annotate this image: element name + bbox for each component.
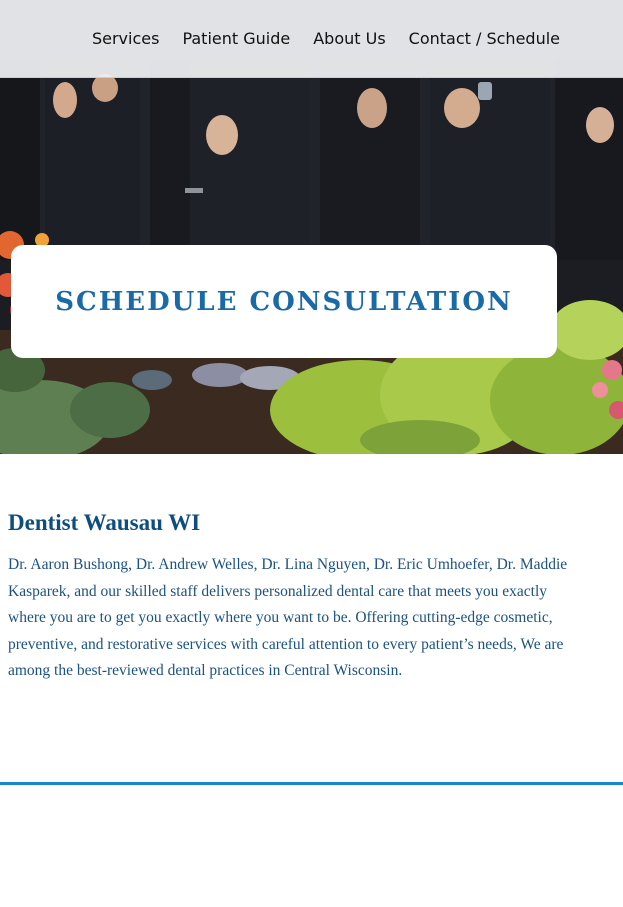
- main-nav: Services Patient Guide About Us Contact …: [92, 29, 560, 48]
- schedule-consultation-label: SCHEDULE CONSULTATION: [55, 286, 513, 317]
- schedule-consultation-card[interactable]: SCHEDULE CONSULTATION: [11, 245, 557, 358]
- page-heading: Dentist Wausau WI: [8, 510, 201, 535]
- intro-section: Dentist Wausau WI Dr. Aaron Bushong, Dr.…: [8, 510, 578, 685]
- nav-contact-schedule[interactable]: Contact / Schedule: [409, 29, 560, 48]
- section-divider: [0, 782, 623, 785]
- top-navigation-bar: Services Patient Guide About Us Contact …: [0, 0, 623, 78]
- nav-patient-guide[interactable]: Patient Guide: [182, 29, 290, 48]
- nav-services[interactable]: Services: [92, 29, 159, 48]
- nav-about-us[interactable]: About Us: [313, 29, 385, 48]
- intro-paragraph: Dr. Aaron Bushong, Dr. Andrew Welles, Dr…: [8, 556, 568, 679]
